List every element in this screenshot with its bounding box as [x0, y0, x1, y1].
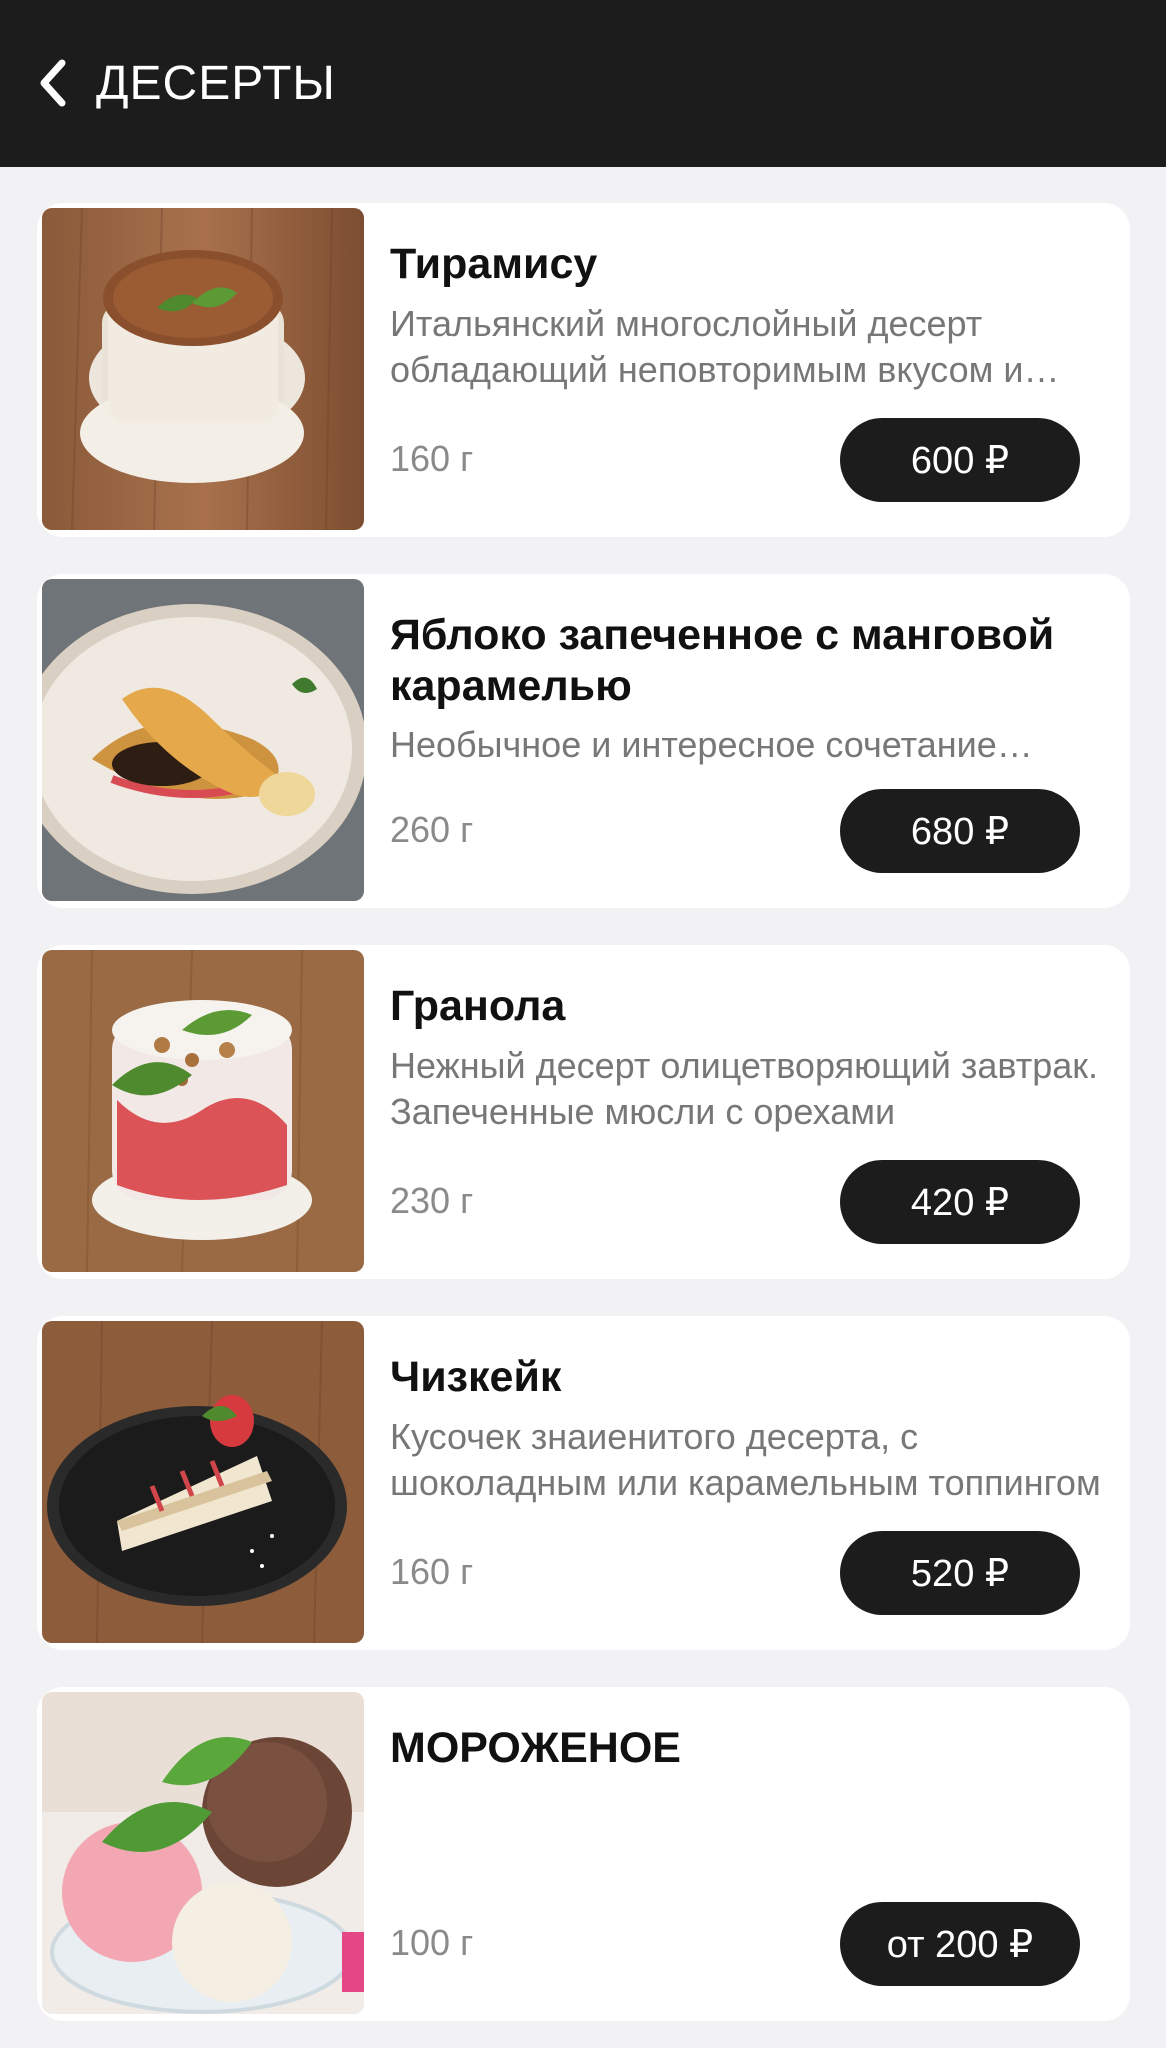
back-button[interactable] [28, 50, 78, 116]
menu-item-card[interactable]: Тирамису Итальянский многослойный десерт… [37, 203, 1130, 537]
menu-item-card[interactable]: МОРОЖЕНОЕ 100 г от 200 ₽ [37, 1687, 1130, 2021]
item-name: Яблоко запеченное с манговой карамелью [390, 611, 1055, 710]
item-weight: 160 г [390, 1551, 474, 1592]
item-name: Тирамису [390, 240, 598, 288]
item-description: Нежный десерт олицетворяющий завтрак. За… [390, 1045, 1099, 1132]
dessert-photo [42, 950, 364, 1272]
item-weight: 230 г [390, 1180, 474, 1221]
item-name: Чизкейк [390, 1353, 562, 1401]
price-button[interactable]: 520 ₽ [840, 1531, 1080, 1615]
item-description: Кусочек знаиенитого десерта, с шоколадны… [390, 1416, 1101, 1503]
item-description: Необычное и интересное сочетание вкусов [390, 724, 997, 765]
dessert-photo [42, 579, 364, 901]
chevron-left-icon [40, 59, 66, 107]
menu-item-card[interactable]: Чизкейк Кусочек знаиенитого десерта, с ш… [37, 1316, 1130, 1650]
price-button[interactable]: от 200 ₽ [840, 1902, 1080, 1986]
item-description: Итальянский многослойный десерт обладающ… [390, 303, 1024, 390]
item-name: Гранола [390, 982, 566, 1030]
item-weight: 260 г [390, 809, 474, 850]
page-title: ДЕСЕРТЫ [96, 57, 336, 110]
item-weight: 100 г [390, 1922, 474, 1963]
price-button[interactable]: 420 ₽ [840, 1160, 1080, 1244]
menu-item-card[interactable]: Яблоко запеченное с манговой карамелью Н… [37, 574, 1130, 908]
price-button[interactable]: 680 ₽ [840, 789, 1080, 873]
menu-item-card[interactable]: Гранола Нежный десерт олицетворяющий зав… [37, 945, 1130, 1279]
item-name: МОРОЖЕНОЕ [390, 1724, 681, 1772]
price-button[interactable]: 600 ₽ [840, 418, 1080, 502]
dessert-photo [42, 1692, 364, 2014]
dessert-photo [42, 1321, 364, 1643]
item-weight: 160 г [390, 438, 474, 479]
dessert-photo [42, 208, 364, 530]
top-bar: ДЕСЕРТЫ [0, 0, 1166, 167]
